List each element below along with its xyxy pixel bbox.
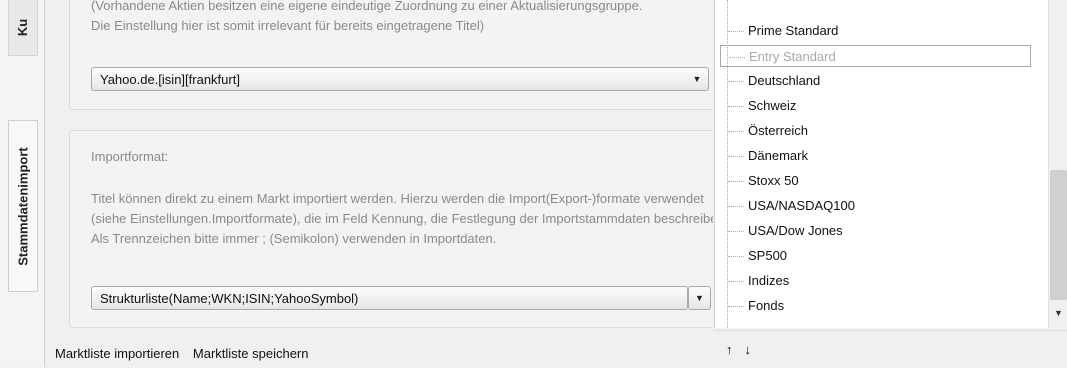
tree-branch [728,31,744,32]
import-format-group-box: Importformat: Titel können direkt zu ein… [69,130,757,328]
tree-branch [728,106,744,107]
tree-branch [728,231,744,232]
tree-branch [728,281,744,282]
tree-branch [728,131,744,132]
list-item[interactable]: Stoxx 50 [715,170,1050,192]
market-list-panel: Prime Standard Entry Standard Deutschland S… [713,0,1067,368]
import-format-dropdown-button[interactable]: ▼ [688,286,711,310]
list-item-label: Dänemark [748,148,808,163]
tree-branch [729,57,745,58]
chevron-down-icon: ▼ [695,293,704,303]
tree-branch [728,156,744,157]
list-item[interactable]: Fonds [715,295,1050,317]
import-format-dropdown[interactable]: Strukturliste(Name;WKN;ISIN;YahooSymbol) [91,286,688,310]
sort-toolbar: ↑ ↓ [714,330,1067,368]
move-up-button[interactable]: ↑ [726,342,733,357]
list-item[interactable]: Österreich [715,120,1050,142]
list-item-label: SP500 [748,248,788,263]
list-item[interactable]: Indizes [715,270,1050,292]
update-group-box: (Vorhandene Aktien besitzen eine eigene … [69,0,757,110]
tab-stammdatenimport-label: Stammdatenimport [15,146,31,266]
market-list-actions: Marktliste importieren Marktliste speich… [55,346,319,361]
tab-ku-label: Ku [15,18,31,37]
list-item-label: Fonds [748,298,785,313]
scroll-down-icon[interactable]: ▼ [1049,308,1067,324]
tree-branch [728,256,744,257]
list-item-label: Schweiz [748,98,797,113]
list-item[interactable]: Deutschland [715,70,1050,92]
tree-branch [728,306,744,307]
update-source-value: Yahoo.de.[isin][frankfurt] [100,71,240,87]
list-item-label: Deutschland [748,73,821,88]
list-item-label: Indizes [748,273,790,288]
list-item-label: USA/Dow Jones [748,223,843,238]
list-item[interactable]: Schweiz [715,95,1050,117]
list-item-label: Stoxx 50 [748,173,799,188]
import-format-info-text: Titel können direkt zu einem Markt impor… [91,191,729,246]
move-down-button[interactable]: ↓ [745,342,752,357]
chevron-down-icon[interactable]: ▼ [686,74,708,84]
market-list[interactable]: Prime Standard Entry Standard Deutschland S… [714,0,1051,328]
list-item[interactable]: USA/Dow Jones [715,220,1050,242]
update-source-dropdown[interactable]: Yahoo.de.[isin][frankfurt] ▼ [91,67,709,91]
import-format-value: Strukturliste(Name;WKN;ISIN;YahooSymbol) [100,290,359,306]
list-item[interactable]: USA/NASDAQ100 [715,195,1050,217]
tab-stammdatenimport[interactable]: Stammdatenimport [8,120,38,292]
list-item-label: Entry Standard [749,49,836,64]
vertical-tab-strip: Ku Stammdatenimport [0,0,45,367]
tree-branch [728,206,744,207]
import-market-list-link[interactable]: Marktliste importieren [55,346,179,361]
list-item[interactable]: Dänemark [715,145,1050,167]
tab-ku[interactable]: Ku [8,0,38,56]
list-item[interactable]: Entry Standard [720,45,1031,67]
settings-panel: (Vorhandene Aktien besitzen eine eigene … [45,0,757,367]
update-group-info-text: (Vorhandene Aktien besitzen eine eigene … [91,0,643,33]
tree-branch [728,81,744,82]
save-market-list-link[interactable]: Marktliste speichern [193,346,309,361]
list-scrollbar[interactable]: ▼ [1048,0,1067,328]
list-item-label: USA/NASDAQ100 [748,198,855,213]
list-item[interactable]: SP500 [715,245,1050,267]
tree-branch [728,181,744,182]
list-item[interactable]: Prime Standard [715,20,1050,42]
list-item-label: Österreich [748,123,808,138]
import-format-label: Importformat: [91,149,169,164]
scrollbar-thumb[interactable] [1050,170,1067,300]
list-item-label: Prime Standard [748,23,839,38]
